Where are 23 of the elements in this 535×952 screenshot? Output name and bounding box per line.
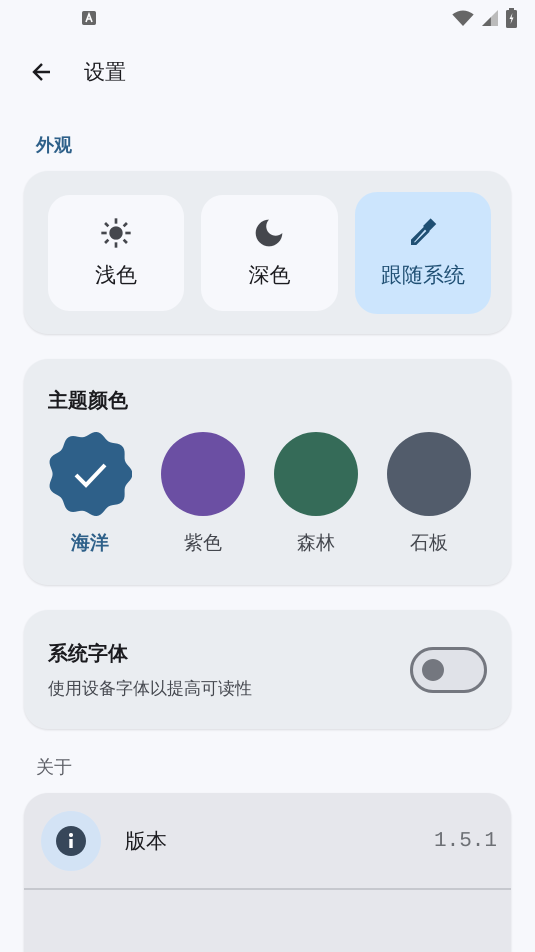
wifi-icon — [452, 10, 474, 26]
color-option[interactable]: 森林 — [274, 432, 358, 556]
version-number: 1.5.1 — [434, 830, 497, 852]
notification-icon — [82, 11, 96, 25]
signal-icon — [482, 10, 498, 26]
setting-title: 系统字体 — [48, 640, 129, 666]
item-label: 版本 — [125, 828, 168, 855]
color-option[interactable]: 石板 — [387, 432, 471, 556]
info-icon — [41, 811, 101, 871]
page-title: 设置 — [84, 59, 126, 86]
card-title: 主题颜色 — [48, 387, 129, 414]
theme-mode-option[interactable]: 深色 — [201, 194, 338, 310]
theme-mode-option[interactable]: 浅色 — [48, 194, 184, 310]
section-label: 外观 — [34, 134, 73, 158]
toggle-switch[interactable] — [410, 646, 487, 692]
theme-mode-option[interactable]: 跟随系统 — [354, 192, 491, 314]
battery-icon — [506, 8, 517, 28]
color-option[interactable]: 紫色 — [161, 432, 245, 556]
color-option[interactable]: 海洋 — [48, 432, 132, 556]
moon-icon — [253, 216, 286, 248]
setting-description: 使用设备字体以提高可读性 — [48, 678, 252, 700]
sun-icon — [100, 216, 132, 248]
section-label: 关于 — [35, 756, 73, 780]
